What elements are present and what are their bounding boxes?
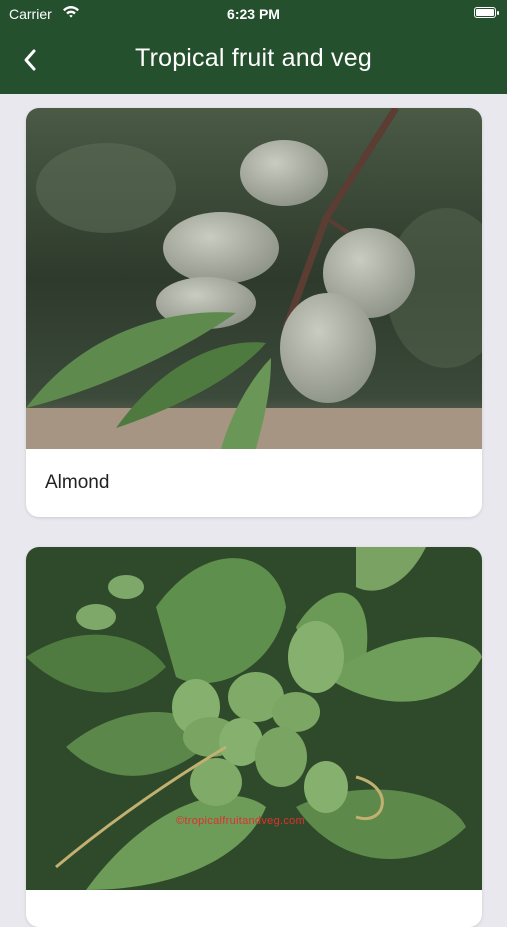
battery-icon <box>474 7 499 18</box>
status-bar: Carrier 6:23 PM <box>0 0 507 28</box>
image-watermark: ©tropicalfruitandveg.com <box>176 815 306 827</box>
card-label: Almond <box>45 472 110 493</box>
almond-image <box>26 108 482 449</box>
fruit-card[interactable]: ©tropicalfruitandveg.com <box>26 547 482 927</box>
page-title: Tropical fruit and veg <box>135 44 372 72</box>
status-time: 6:23 PM <box>227 6 280 22</box>
tropical-almond-image <box>26 547 482 890</box>
fruit-card[interactable]: Almond <box>26 108 482 517</box>
app-bar: Carrier 6:23 PM Tropical fruit and veg <box>0 0 507 94</box>
